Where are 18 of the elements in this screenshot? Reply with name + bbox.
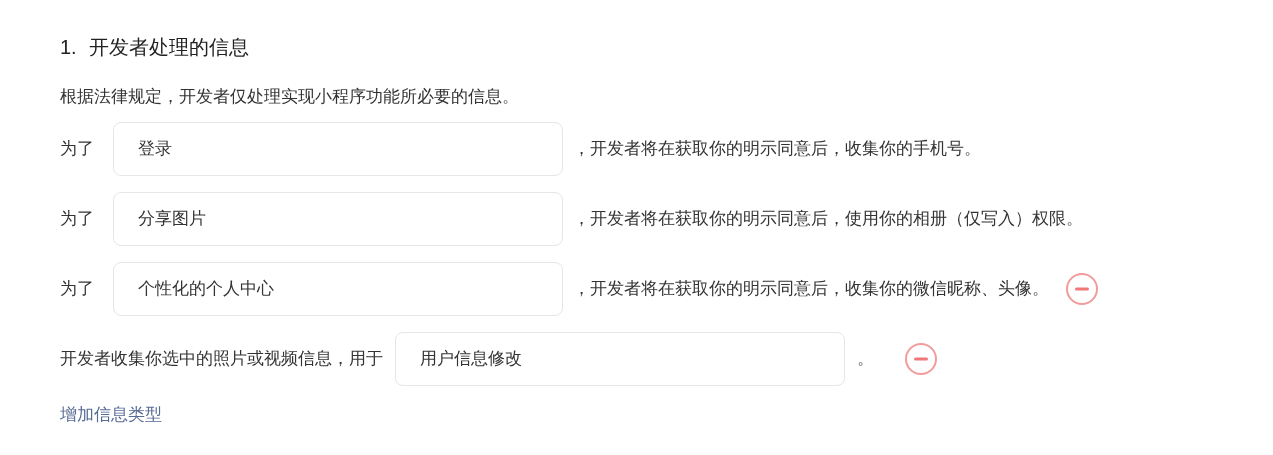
- row-text: ，开发者将在获取你的明示同意后，收集你的微信昵称、头像。: [573, 278, 1049, 301]
- input-field[interactable]: 个性化的个人中心: [113, 262, 563, 316]
- section-number: 1.: [60, 35, 77, 60]
- description-text: 根据法律规定，开发者仅处理实现小程序功能所必要的信息。: [60, 86, 520, 108]
- input-field[interactable]: 登录: [113, 122, 563, 176]
- add-info-type-link[interactable]: 增加信息类型: [60, 402, 162, 428]
- row-label: 为了: [60, 208, 95, 231]
- remove-icon[interactable]: [904, 342, 938, 376]
- row-label: 为了: [60, 278, 95, 301]
- row-text: 。: [857, 348, 874, 371]
- row-text: ，开发者将在获取你的明示同意后，收集你的手机号。: [573, 138, 981, 161]
- remove-icon[interactable]: [1065, 272, 1099, 306]
- row-label: 为了: [60, 138, 95, 161]
- row-text: ，开发者将在获取你的明示同意后，使用你的相册（仅写入）权限。: [573, 208, 1083, 231]
- row-label: 开发者收集你选中的照片或视频信息，用于: [60, 348, 383, 371]
- section-title: 开发者处理的信息: [88, 35, 249, 60]
- input-field[interactable]: 用户信息修改: [395, 332, 845, 386]
- input-field[interactable]: 分享图片: [113, 192, 563, 246]
